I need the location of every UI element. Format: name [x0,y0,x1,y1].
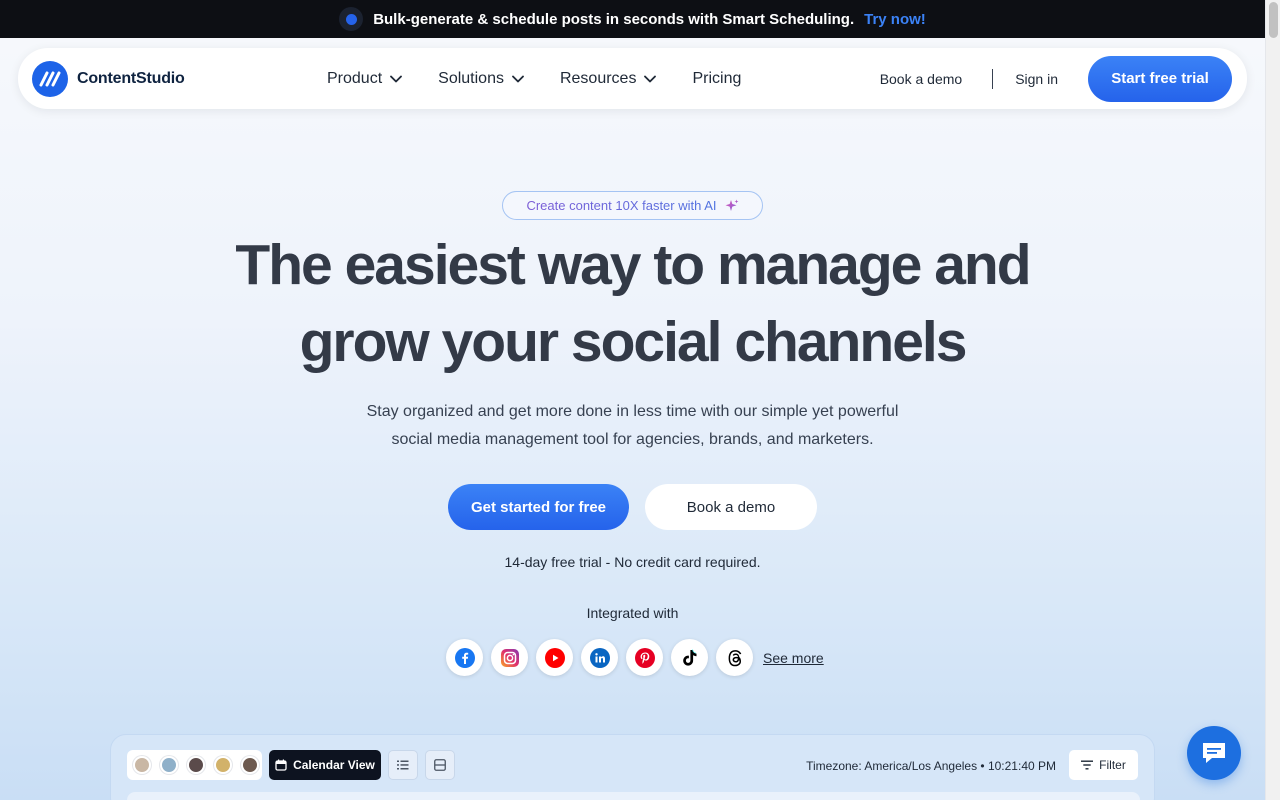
avatar [133,756,151,774]
instagram-icon[interactable] [491,639,528,676]
avatar [214,756,232,774]
brand-logo-icon [32,60,68,97]
columns-icon [434,759,446,771]
chevron-down-icon [512,75,524,82]
book-demo-button[interactable]: Book a demo [645,484,817,530]
announcement-message: Bulk-generate & schedule posts in second… [373,10,855,28]
team-avatars[interactable] [127,750,262,780]
filter-label: Filter [1099,758,1126,772]
get-started-button[interactable]: Get started for free [448,484,629,530]
calendar-view-label: Calendar View [293,758,375,772]
list-icon [397,760,409,770]
nav-item-label: Resources [559,69,637,87]
nav-item-product[interactable]: Product [327,69,403,88]
see-more-link[interactable]: See more [763,650,824,666]
nav-item-label: Solutions [438,69,504,87]
pinterest-icon[interactable] [626,639,663,676]
brand-name: ContentStudio [77,69,185,87]
calendar-panel [127,792,1140,800]
dashboard-preview: Calendar View Timezone: America/Los Ange… [110,734,1155,800]
sign-in-link[interactable]: Sign in [1015,71,1058,87]
hero-subtext: Stay organized and get more done in less… [0,398,1265,454]
nav-item-pricing[interactable]: Pricing [692,70,741,88]
integrated-with-label: Integrated with [586,605,679,621]
chat-widget-button[interactable] [1187,726,1241,780]
navbar: ContentStudio Product Solutions Resource… [18,48,1247,109]
hero-headline: The easiest way to manage and grow your … [0,227,1265,381]
avatar [160,756,178,774]
calendar-view-button[interactable]: Calendar View [269,750,381,780]
chat-icon [1203,743,1225,763]
start-free-trial-button[interactable]: Start free trial [1088,55,1232,102]
hero-cta-group: Get started for free Book a demo [448,484,817,530]
avatar [187,756,205,774]
main-nav: Product Solutions Resources Pricing [327,48,741,109]
sparkle-icon [725,199,739,211]
threads-icon[interactable] [716,639,753,676]
chevron-down-icon [390,75,403,82]
scrollbar-thumb[interactable] [1269,2,1278,38]
nav-item-label: Product [327,69,383,87]
page-scrollbar[interactable] [1265,0,1280,800]
calendar-icon [275,759,287,771]
facebook-icon[interactable] [446,639,483,676]
nav-item-resources[interactable]: Resources [559,69,657,88]
nav-actions: Book a demo Sign in Start free trial [880,48,1232,109]
filter-icon [1081,760,1094,770]
chevron-down-icon [644,75,657,82]
grid-view-button[interactable] [425,750,455,780]
nav-item-solutions[interactable]: Solutions [438,70,524,88]
announcement-bar: Bulk-generate & schedule posts in second… [0,0,1265,38]
linkedin-icon[interactable] [581,639,618,676]
avatar [241,756,259,774]
hero-subtext-line-1: Stay organized and get more done in less… [366,403,899,420]
announcement-dot-icon [339,7,364,31]
nav-divider [992,68,994,89]
ai-badge-label: Create content 10X faster with AI [526,198,717,213]
hero-subtext-line-2: social media management tool for agencie… [391,431,874,448]
tiktok-icon[interactable] [671,639,708,676]
timezone-readout: Timezone: America/Los Angeles • 10:21:40… [806,759,1056,773]
social-integrations: See more [446,639,824,676]
hero-headline-line-2: grow your social channels [299,310,968,374]
filter-button[interactable]: Filter [1069,750,1138,780]
trial-note: 14-day free trial - No credit card requi… [504,554,761,570]
hero-headline-line-1: The easiest way to manage and [235,233,1031,297]
brand-logo[interactable]: ContentStudio [32,60,185,97]
book-demo-link[interactable]: Book a demo [880,71,963,87]
list-view-button[interactable] [388,750,418,780]
youtube-icon[interactable] [536,639,573,676]
announcement-cta-link[interactable]: Try now! [864,11,926,28]
ai-badge[interactable]: Create content 10X faster with AI [502,191,763,220]
nav-item-label: Pricing [692,69,742,87]
